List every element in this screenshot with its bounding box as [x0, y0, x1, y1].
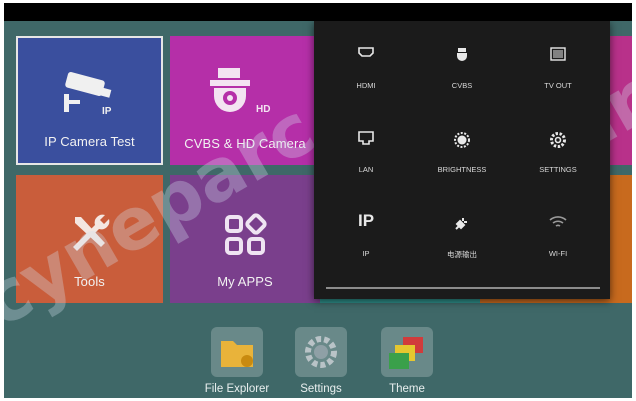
cvbs-hd-camera-tile[interactable]: HD CVBS & HD Camera: [170, 36, 320, 165]
ip-icon: IP: [357, 211, 375, 230]
qs-power-output[interactable]: 电源输出: [414, 195, 510, 279]
qs-hdmi[interactable]: HDMI: [318, 27, 414, 111]
quick-settings-panel: HDMI CVBS TV OUT LAN BRIGHTNESS SETTINGS…: [314, 21, 610, 299]
qs-wifi-label: WI-FI: [548, 249, 568, 258]
power-plug-icon: [455, 218, 467, 230]
file-explorer-button[interactable]: File Explorer: [202, 327, 272, 395]
app-dock: File Explorer Settings Theme: [4, 313, 632, 398]
theme-icon: [381, 327, 433, 377]
wifi-icon: [549, 216, 567, 227]
folder-icon: [211, 327, 263, 377]
qs-tv-out[interactable]: TV OUT: [510, 27, 606, 111]
qs-brightness[interactable]: BRIGHTNESS: [414, 111, 510, 195]
qs-settings-label: SETTINGS: [539, 165, 577, 174]
qs-cvbs-label: CVBS: [451, 81, 473, 90]
settings-label: Settings: [300, 383, 342, 395]
ptz-camera-icon: [210, 68, 250, 112]
qs-drag-handle[interactable]: [326, 287, 600, 289]
ip-camera-test-tile[interactable]: IP IP Camera Test: [16, 36, 163, 165]
qs-settings[interactable]: SETTINGS: [510, 111, 606, 195]
home-screen: IP IP Camera Test HD CVBS & HD Camera To…: [4, 3, 632, 398]
ip-badge: IP: [102, 106, 112, 117]
lan-port-icon: [358, 131, 374, 145]
qs-ip[interactable]: IP IP: [318, 195, 414, 279]
apps-icon: [225, 213, 267, 255]
my-apps-label: My APPS: [217, 274, 273, 289]
cvbs-hd-camera-label: CVBS & HD Camera: [184, 136, 306, 151]
gear-icon: [295, 327, 347, 377]
qs-cvbs[interactable]: CVBS: [414, 27, 510, 111]
hdmi-icon: [358, 47, 374, 57]
file-explorer-label: File Explorer: [204, 383, 270, 395]
qs-brightness-label: BRIGHTNESS: [437, 165, 487, 174]
settings-button[interactable]: Settings: [286, 327, 356, 395]
qs-wifi[interactable]: WI-FI: [510, 195, 606, 279]
status-bar: [4, 3, 632, 21]
qs-ip-label: IP: [362, 249, 370, 258]
qs-hdmi-label: HDMI: [356, 81, 376, 90]
brightness-icon: [454, 132, 470, 148]
qs-tv-out-label: TV OUT: [544, 81, 572, 90]
gear-icon: [550, 132, 566, 148]
tools-label: Tools: [74, 274, 105, 289]
cctv-camera-icon: [457, 48, 467, 61]
theme-label: Theme: [389, 383, 425, 395]
theme-button[interactable]: Theme: [372, 327, 442, 395]
tools-icon: [72, 214, 109, 251]
qs-lan[interactable]: LAN: [318, 111, 414, 195]
hd-badge: HD: [256, 104, 271, 115]
tools-tile[interactable]: Tools: [16, 175, 163, 303]
ip-camera-test-label: IP Camera Test: [44, 134, 135, 149]
my-apps-tile[interactable]: My APPS: [170, 175, 320, 303]
qs-power-output-label: 电源输出: [447, 250, 477, 259]
qs-lan-label: LAN: [358, 165, 374, 174]
tv-out-icon: [550, 47, 566, 61]
